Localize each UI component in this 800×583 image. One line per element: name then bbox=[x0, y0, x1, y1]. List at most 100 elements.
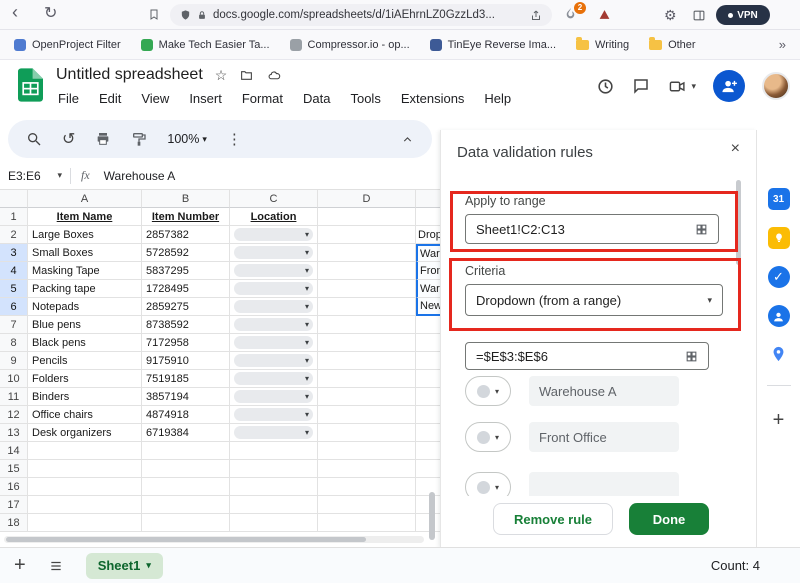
paint-format-icon[interactable] bbox=[131, 131, 147, 147]
cell-c[interactable] bbox=[230, 442, 318, 460]
menu-tools[interactable]: Tools bbox=[348, 90, 382, 107]
cell-c[interactable]: ▾ bbox=[230, 352, 318, 370]
adblock-triangle-icon[interactable] bbox=[598, 7, 611, 27]
cell-a[interactable] bbox=[28, 514, 142, 532]
menu-edit[interactable]: Edit bbox=[97, 90, 123, 107]
cell-c[interactable]: ▾ bbox=[230, 280, 318, 298]
dropdown-chip[interactable]: ▾ bbox=[234, 264, 313, 277]
menu-extensions[interactable]: Extensions bbox=[399, 90, 467, 107]
tasks-icon[interactable]: ✓ bbox=[768, 266, 790, 288]
menu-help[interactable]: Help bbox=[482, 90, 513, 107]
cell-b[interactable]: 4874918 bbox=[142, 406, 230, 424]
column-header-a[interactable]: A bbox=[28, 190, 142, 208]
cell-d[interactable] bbox=[318, 514, 416, 532]
cell-d[interactable] bbox=[318, 406, 416, 424]
cell-c[interactable]: ▾ bbox=[230, 226, 318, 244]
dropdown-chip[interactable]: ▾ bbox=[234, 246, 313, 259]
cell-b[interactable]: 6719384 bbox=[142, 424, 230, 442]
menu-insert[interactable]: Insert bbox=[187, 90, 224, 107]
close-icon[interactable]: × bbox=[731, 140, 740, 158]
share-icon[interactable] bbox=[530, 9, 542, 22]
zoom-select[interactable]: 100%▾ bbox=[167, 132, 207, 146]
back-icon[interactable]: ‹ bbox=[12, 2, 18, 22]
dropdown-chip[interactable]: ▾ bbox=[234, 228, 313, 241]
cell-a[interactable]: Black pens bbox=[28, 334, 142, 352]
dropdown-chip[interactable]: ▾ bbox=[234, 426, 313, 439]
undo-icon[interactable]: ↺ bbox=[62, 129, 75, 149]
cell-c[interactable]: ▾ bbox=[230, 370, 318, 388]
sheet-tab[interactable]: Sheet1 ▾ bbox=[86, 553, 163, 579]
cell-d[interactable] bbox=[318, 208, 416, 226]
collapse-toolbar-icon[interactable] bbox=[401, 133, 414, 146]
cell-d[interactable] bbox=[318, 298, 416, 316]
dropdown-chip[interactable]: ▾ bbox=[234, 354, 313, 367]
vertical-scrollbar-thumb[interactable] bbox=[429, 492, 435, 540]
row-header[interactable]: 3 bbox=[0, 244, 28, 262]
cell-d[interactable] bbox=[318, 226, 416, 244]
sheet-tab-menu-icon[interactable]: ▾ bbox=[146, 560, 151, 571]
row-header[interactable]: 13 bbox=[0, 424, 28, 442]
done-button[interactable]: Done bbox=[629, 503, 709, 535]
bookmark-item[interactable]: Make Tech Easier Ta... bbox=[141, 39, 270, 51]
cell-a[interactable]: Binders bbox=[28, 388, 142, 406]
cell-b[interactable]: 5837295 bbox=[142, 262, 230, 280]
meet-camera-icon[interactable]: ▾ bbox=[667, 78, 696, 95]
maps-icon[interactable] bbox=[770, 344, 787, 364]
cell-c[interactable] bbox=[230, 514, 318, 532]
vpn-badge[interactable]: VPN bbox=[716, 5, 770, 25]
dropdown-chip[interactable]: ▾ bbox=[234, 318, 313, 331]
row-header[interactable]: 7 bbox=[0, 316, 28, 334]
sheets-logo-icon[interactable] bbox=[18, 68, 43, 107]
formula-input[interactable]: Warehouse A bbox=[104, 169, 176, 183]
cell-b[interactable]: 2857382 bbox=[142, 226, 230, 244]
cell-b[interactable]: 7172958 bbox=[142, 334, 230, 352]
column-header-b[interactable]: B bbox=[142, 190, 230, 208]
cell-d[interactable] bbox=[318, 496, 416, 514]
cell-d[interactable] bbox=[318, 280, 416, 298]
color-selector[interactable]: ▾ bbox=[465, 472, 511, 496]
dropdown-chip[interactable]: ▾ bbox=[234, 372, 313, 385]
gear-icon[interactable]: ⚙ bbox=[664, 5, 677, 25]
bookmark-item[interactable]: Writing bbox=[576, 39, 629, 51]
cell-d[interactable] bbox=[318, 370, 416, 388]
cell-d[interactable] bbox=[318, 244, 416, 262]
cell-b[interactable]: 1728495 bbox=[142, 280, 230, 298]
row-header[interactable]: 16 bbox=[0, 478, 28, 496]
name-box[interactable]: E3:E6 ▾ bbox=[0, 169, 70, 183]
cell-a[interactable]: Blue pens bbox=[28, 316, 142, 334]
refresh-icon[interactable]: ↻ bbox=[44, 4, 57, 24]
cell-a[interactable]: Office chairs bbox=[28, 406, 142, 424]
cell-a[interactable] bbox=[28, 442, 142, 460]
row-header[interactable]: 11 bbox=[0, 388, 28, 406]
cell-a[interactable]: Masking Tape bbox=[28, 262, 142, 280]
version-history-icon[interactable] bbox=[596, 77, 615, 96]
cell-a[interactable]: Large Boxes bbox=[28, 226, 142, 244]
more-bookmarks-chevron[interactable]: » bbox=[779, 37, 786, 52]
color-selector[interactable]: ▾ bbox=[465, 376, 511, 406]
star-icon[interactable]: ☆ bbox=[215, 67, 228, 84]
cell-d[interactable] bbox=[318, 424, 416, 442]
dropdown-chip[interactable]: ▾ bbox=[234, 336, 313, 349]
cell-c[interactable] bbox=[230, 460, 318, 478]
menu-format[interactable]: Format bbox=[240, 90, 285, 107]
cell-b[interactable]: 5728592 bbox=[142, 244, 230, 262]
cell-a[interactable]: Desk organizers bbox=[28, 424, 142, 442]
add-sheet-icon[interactable]: + bbox=[14, 554, 26, 577]
move-folder-icon[interactable] bbox=[239, 69, 254, 82]
cell-b[interactable] bbox=[142, 514, 230, 532]
row-header[interactable]: 2 bbox=[0, 226, 28, 244]
row-header[interactable]: 8 bbox=[0, 334, 28, 352]
cloud-status-icon[interactable] bbox=[266, 69, 283, 82]
row-header[interactable]: 15 bbox=[0, 460, 28, 478]
cell-c[interactable] bbox=[230, 478, 318, 496]
row-header[interactable]: 9 bbox=[0, 352, 28, 370]
shield-icon[interactable] bbox=[180, 9, 191, 21]
cell-c[interactable]: ▾ bbox=[230, 298, 318, 316]
cell-b[interactable] bbox=[142, 442, 230, 460]
cell-d[interactable] bbox=[318, 442, 416, 460]
row-header[interactable]: 17 bbox=[0, 496, 28, 514]
cell-d[interactable] bbox=[318, 388, 416, 406]
cell-d[interactable] bbox=[318, 334, 416, 352]
cell-d[interactable] bbox=[318, 316, 416, 334]
dropdown-chip[interactable]: ▾ bbox=[234, 300, 313, 313]
